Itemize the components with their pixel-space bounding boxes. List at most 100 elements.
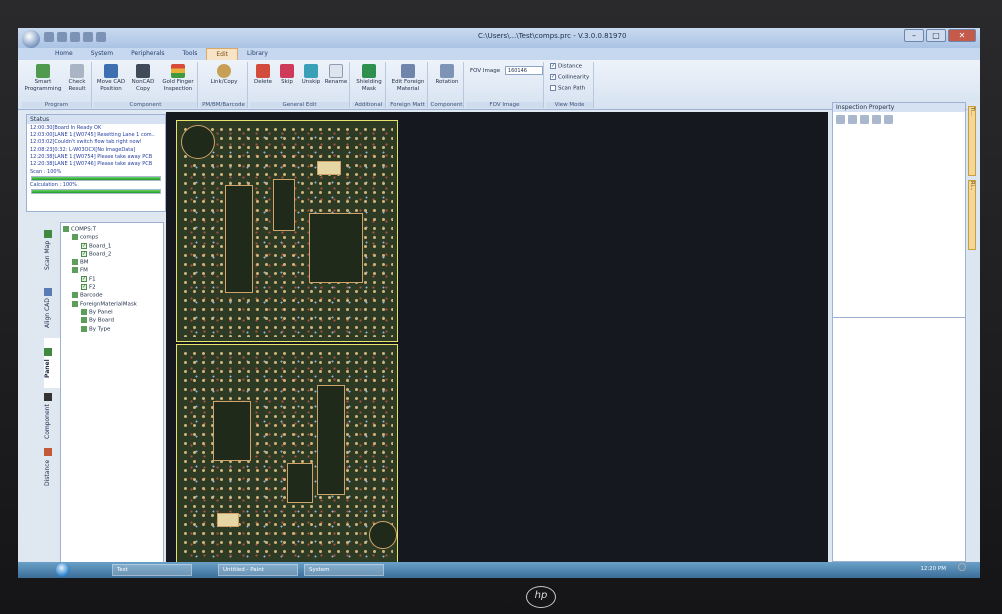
shielding-mask-button[interactable]: Shielding Mask xyxy=(354,64,384,93)
delete-button[interactable]: Delete xyxy=(252,64,274,86)
status-panel: Status 12:00:30[Board In Ready OK 12:03:… xyxy=(26,114,166,212)
tab-system[interactable]: System xyxy=(82,48,122,60)
unskip-button[interactable]: Unskip xyxy=(300,64,322,86)
taskbar: Test Untitled - Paint System 12:20 PM xyxy=(18,562,980,578)
panel-icon xyxy=(44,348,52,357)
panel-divider xyxy=(833,317,965,318)
ribbon-group-component: Move CAD Position NonCAD Copy Gold Finge… xyxy=(94,62,198,108)
component-chip[interactable] xyxy=(287,463,313,503)
tree-node[interactable]: COMPS:T xyxy=(63,226,161,234)
status-title: Status xyxy=(27,115,165,124)
tab-edit[interactable]: Edit xyxy=(206,48,238,60)
edit-foreign-material-icon xyxy=(401,64,415,78)
tree-node[interactable]: FM xyxy=(63,267,161,275)
component-chip[interactable] xyxy=(317,385,345,495)
rotation-button[interactable]: Rotation xyxy=(432,64,462,86)
tree-node[interactable]: ForeignMaterialMask xyxy=(63,300,161,309)
screen: C:\Users\...\Test\comps.prc - V.3.0.0.81… xyxy=(18,28,980,578)
tree-node[interactable]: By Panel xyxy=(63,308,161,317)
folder-icon xyxy=(72,234,78,241)
collinearity-checkbox[interactable]: ✓ Collinearity xyxy=(550,74,589,81)
side-tab-component[interactable]: Component xyxy=(44,390,60,442)
checkbox-checked-icon: ✓ xyxy=(81,242,87,249)
check-result-button[interactable]: Check Result xyxy=(64,64,90,93)
tab-home[interactable]: Home xyxy=(46,48,82,60)
side-tab-distance[interactable]: Distance xyxy=(44,444,60,490)
pcb-board-2[interactable] xyxy=(176,344,398,564)
minimize-button[interactable]: – xyxy=(904,29,924,42)
tree-node[interactable]: ✓ Board_2 xyxy=(63,250,161,259)
undo-icon[interactable] xyxy=(83,32,93,42)
component-chip[interactable] xyxy=(213,401,251,461)
pcb-board-1[interactable] xyxy=(176,120,398,342)
rename-button[interactable]: Rename xyxy=(324,64,348,86)
tab-tools[interactable]: Tools xyxy=(174,48,207,60)
dock-tab[interactable]: Ti... xyxy=(968,106,976,176)
component-chip[interactable] xyxy=(225,185,253,293)
ribbon-group-component-2: Rotation Component xyxy=(430,62,464,108)
filter-icon[interactable] xyxy=(848,115,857,124)
noncad-copy-button[interactable]: NonCAD Copy xyxy=(128,64,158,93)
tree-node[interactable]: By Board xyxy=(63,317,161,325)
redo-icon[interactable] xyxy=(96,32,106,42)
component-chip[interactable] xyxy=(217,513,239,527)
group-label-component: Component xyxy=(94,102,197,108)
new-icon[interactable] xyxy=(44,32,54,42)
gold-finger-inspection-button[interactable]: Gold Finger Inspection xyxy=(158,64,198,93)
log-line: 12:03:00[LANE 1:[W0745] Resetting Lane 1… xyxy=(30,132,155,139)
log-line: 12:08:23[0:32: L-W03OCX[No ImageData] xyxy=(30,146,136,153)
open-icon[interactable] xyxy=(57,32,67,42)
checkbox-unchecked-icon xyxy=(550,85,556,91)
skip-button[interactable]: Skip xyxy=(276,64,298,86)
property-icon[interactable] xyxy=(884,115,893,124)
folder-icon xyxy=(81,317,87,324)
start-button-icon[interactable] xyxy=(56,563,70,577)
move-cad-position-button[interactable]: Move CAD Position xyxy=(94,64,128,93)
taskbar-item-test[interactable]: Test xyxy=(112,564,192,576)
folder-icon xyxy=(81,325,87,332)
component-chip[interactable] xyxy=(273,179,295,231)
tree-node[interactable]: By Type xyxy=(63,325,161,334)
log-line: 12:03:02[Couldn't switch flow tab right … xyxy=(30,139,142,146)
ribbon-group-additional: Shielding Mask Additional xyxy=(352,62,386,108)
taskbar-item-system[interactable]: System xyxy=(304,564,384,576)
window-title: C:\Users\...\Test\comps.prc - V.3.0.0.81… xyxy=(478,32,627,40)
tab-library[interactable]: Library xyxy=(238,48,277,60)
copy-icon[interactable] xyxy=(860,115,869,124)
tree-node[interactable]: ✓ F1 xyxy=(63,275,161,284)
tree-node[interactable]: ✓ F2 xyxy=(63,284,161,292)
inspection-property-title: Inspection Property xyxy=(833,103,965,112)
tree-node[interactable]: BM xyxy=(63,259,161,267)
link-copy-button[interactable]: Link/Copy xyxy=(204,64,244,86)
close-button[interactable]: ✕ xyxy=(948,29,976,42)
group-label-additional: Additional xyxy=(352,102,385,108)
calculation-label: Calculation : 100% xyxy=(30,182,78,189)
group-label-general-edit: General Edit xyxy=(250,102,349,108)
edit-foreign-material-button[interactable]: Edit Foreign Material xyxy=(390,64,426,93)
ribbon-group-view-mode: ✓ Distance ✓ Collinearity Scan Path View M… xyxy=(546,62,594,108)
component-chip[interactable] xyxy=(317,161,341,175)
fov-image-select[interactable]: 160146 xyxy=(504,66,543,75)
scan-progress-fill xyxy=(32,177,160,181)
smart-programming-button[interactable]: Smart Programming xyxy=(24,64,62,93)
pcb-canvas[interactable] xyxy=(166,112,828,564)
side-tab-panel[interactable]: Panel xyxy=(44,338,60,388)
tree-node[interactable]: ✓ Board_1 xyxy=(63,242,161,251)
component-chip[interactable] xyxy=(309,213,363,283)
sort-icon[interactable] xyxy=(836,115,845,124)
power-button-icon[interactable] xyxy=(958,563,966,571)
ribbon-group-pm-bm-barcode: Link/Copy PM/BM/Barcode xyxy=(200,62,248,108)
tree-node[interactable]: Barcode xyxy=(63,292,161,300)
dock-tab[interactable]: Ri... xyxy=(968,180,976,250)
tree-node[interactable]: comps xyxy=(63,234,161,242)
save-icon[interactable] xyxy=(70,32,80,42)
tab-peripherals[interactable]: Peripherals xyxy=(122,48,173,60)
scan-path-checkbox[interactable]: Scan Path xyxy=(550,85,585,92)
taskbar-item-paint[interactable]: Untitled - Paint xyxy=(218,564,298,576)
side-tab-scan-map[interactable]: Scan Map xyxy=(44,222,60,278)
distance-checkbox[interactable]: ✓ Distance xyxy=(550,63,582,70)
app-menu-orb-icon[interactable] xyxy=(22,30,40,48)
maximize-button[interactable]: □ xyxy=(926,29,946,42)
paste-icon[interactable] xyxy=(872,115,881,124)
side-tab-align-cad[interactable]: Align CAD xyxy=(44,280,60,336)
